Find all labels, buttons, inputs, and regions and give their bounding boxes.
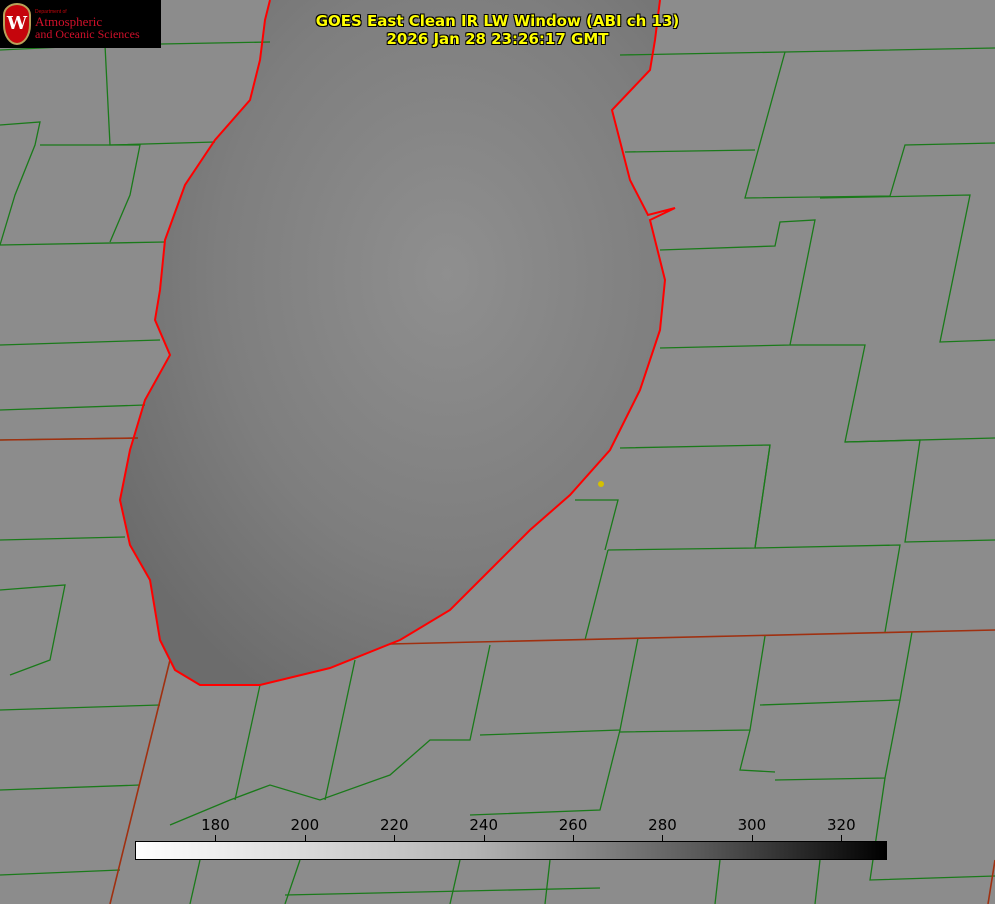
colorbar-tick-label: 280: [648, 816, 677, 834]
colorbar-tick-label: 320: [826, 816, 856, 834]
logo-line2: and Oceanic Sciences: [35, 27, 140, 41]
colorbar-tick-mark: [215, 835, 217, 841]
colorbar-tick-label: 240: [469, 816, 498, 834]
colorbar-tick-mark: [304, 835, 306, 841]
aos-logo: W Department of Atmospheric and Oceanic …: [0, 0, 161, 48]
satellite-image: GOES East Clean IR LW Window (ABI ch 13)…: [0, 0, 995, 904]
colorbar-tick-label: 180: [201, 816, 230, 834]
colorbar-tick-mark: [841, 835, 843, 841]
lake-michigan: [120, 0, 665, 685]
colorbar-tick-mark: [662, 835, 664, 841]
colorbar-tick-label: 220: [379, 816, 409, 834]
uw-seal-icon: W: [3, 3, 31, 45]
colorbar-tick-mark: [573, 835, 575, 841]
location-marker: [598, 481, 604, 487]
colorbar-tick-mark: [483, 835, 485, 841]
colorbar-tick-label: 300: [737, 816, 767, 834]
map-layer: [0, 0, 995, 904]
colorbar-tick-label: 260: [558, 816, 588, 834]
colorbar-tick-mark: [394, 835, 396, 841]
colorbar: [135, 841, 887, 860]
colorbar-tick-label: 200: [290, 816, 320, 834]
colorbar-tick-mark: [751, 835, 753, 841]
